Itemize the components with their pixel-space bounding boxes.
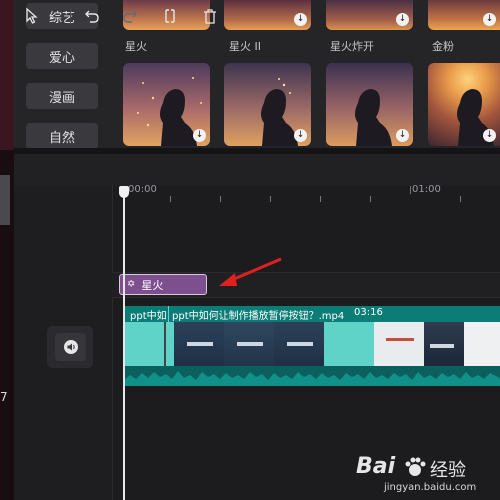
ruler-label: 01:00 bbox=[412, 184, 441, 195]
ruler-tick bbox=[460, 196, 461, 202]
download-icon[interactable]: ↓ bbox=[193, 129, 206, 142]
video-clip-header: ppt中如 ppt中如何让制作播放暂停按钮？.mp4 03:16 bbox=[124, 306, 500, 322]
category-aixin[interactable]: 爱心 bbox=[26, 43, 98, 69]
effect-label: 星火 bbox=[125, 40, 147, 53]
watermark-brand-cn: 经验 bbox=[430, 460, 466, 481]
video-clip-name: ppt中如何让制作播放暂停按钮？.mp4 bbox=[172, 311, 345, 322]
effect-thumb-jinfen[interactable]: ↓ bbox=[428, 0, 500, 30]
effect-thumb-xinghuo-zhakai[interactable]: ↓ bbox=[326, 0, 413, 30]
redo-icon[interactable] bbox=[120, 6, 140, 26]
effect-thumb[interactable]: ↓ bbox=[326, 63, 413, 146]
effect-label: 星火炸开 bbox=[330, 40, 374, 53]
effect-label: 星火 II bbox=[229, 40, 261, 53]
ruler-tick bbox=[270, 196, 271, 202]
undo-icon[interactable] bbox=[82, 6, 102, 26]
ruler-tick bbox=[320, 196, 321, 202]
category-ziran[interactable]: 自然 bbox=[26, 123, 98, 149]
sparkle-icon: ✡ bbox=[127, 279, 136, 290]
video-clip-name-short: ppt中如 bbox=[130, 311, 167, 322]
ruler-tick bbox=[170, 196, 171, 202]
video-clip-duration: 03:16 bbox=[354, 307, 383, 318]
download-icon[interactable]: ↓ bbox=[396, 13, 409, 26]
playhead-handle[interactable] bbox=[119, 186, 129, 198]
download-icon[interactable]: ↓ bbox=[483, 129, 496, 142]
toolbar-divider bbox=[70, 8, 71, 24]
category-manhua[interactable]: 漫画 bbox=[26, 83, 98, 109]
watermark-brand: Bai bbox=[356, 454, 396, 479]
timeline-toolbar bbox=[14, 154, 500, 186]
effect-thumb-xinghuo-2[interactable]: ↓ bbox=[224, 0, 311, 30]
watermark-url: jingyan.baidu.com bbox=[384, 482, 477, 493]
delete-icon[interactable] bbox=[200, 6, 220, 26]
speaker-icon[interactable] bbox=[55, 333, 86, 361]
ruler-tick bbox=[410, 186, 411, 194]
chevron-down-icon[interactable]: ⌄ bbox=[44, 6, 60, 26]
effect-thumb[interactable]: ↓ bbox=[123, 63, 210, 146]
download-icon[interactable]: ↓ bbox=[294, 13, 307, 26]
video-frames bbox=[124, 322, 500, 382]
select-cursor-icon[interactable] bbox=[22, 6, 42, 26]
playhead[interactable] bbox=[123, 190, 125, 500]
audio-waveform bbox=[124, 366, 500, 386]
effect-label: 金粉 bbox=[432, 40, 454, 53]
download-icon[interactable]: ↓ bbox=[483, 13, 496, 26]
ruler-tick bbox=[220, 196, 221, 202]
ruler-label: 00:00 bbox=[128, 184, 157, 195]
left-edge-digit: 7 bbox=[0, 390, 8, 404]
effect-clip-label: 星火 bbox=[141, 278, 164, 292]
download-icon[interactable]: ↓ bbox=[396, 129, 409, 142]
annotation-arrow bbox=[219, 257, 282, 286]
paw-icon bbox=[405, 457, 426, 476]
split-icon[interactable] bbox=[160, 6, 180, 26]
ruler-tick bbox=[370, 196, 371, 202]
effect-thumb[interactable]: ↓ bbox=[224, 63, 311, 146]
effect-clip[interactable]: ✡ 星火 bbox=[119, 274, 207, 295]
baidu-jingyan-watermark: Bai 经验 jingyan.baidu.com bbox=[356, 454, 496, 496]
effect-thumb[interactable]: ↓ bbox=[428, 63, 500, 146]
download-icon[interactable]: ↓ bbox=[294, 129, 307, 142]
left-window-strip: 7 bbox=[0, 0, 14, 500]
